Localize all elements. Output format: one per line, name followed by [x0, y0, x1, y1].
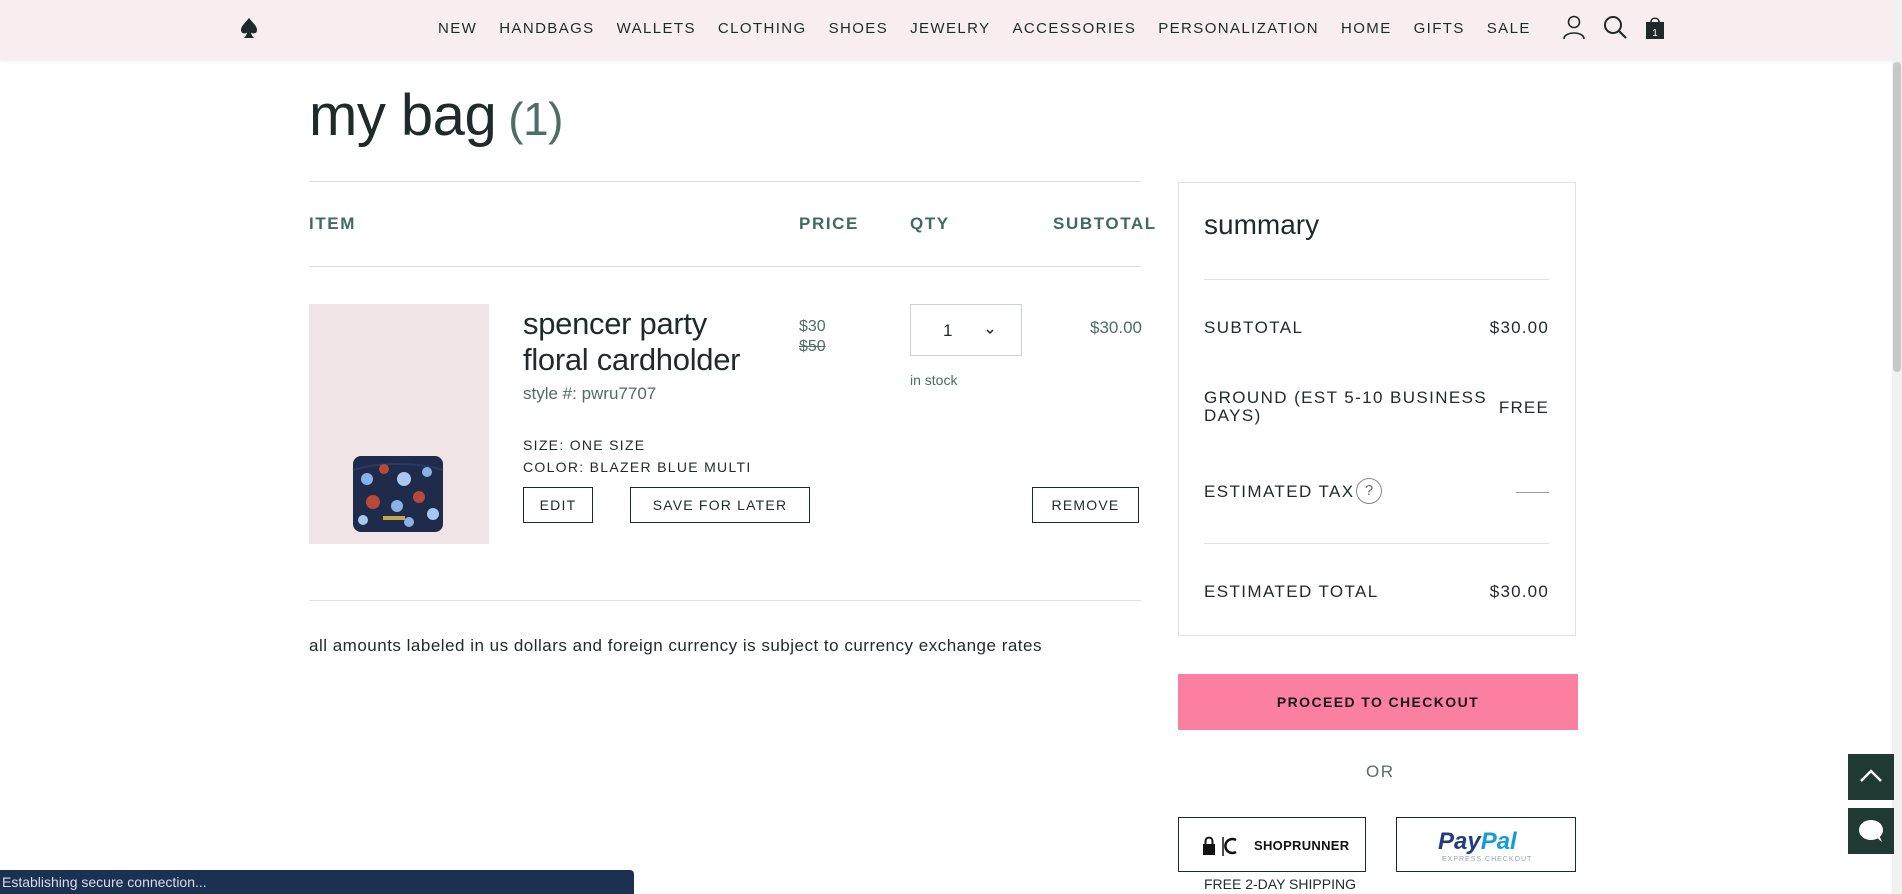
- stock-status: in stock: [910, 372, 958, 388]
- spade-logo-icon[interactable]: [240, 17, 258, 39]
- page-title: my bag (1): [309, 82, 563, 149]
- free-shipping-note: FREE 2-DAY SHIPPING: [1204, 876, 1356, 892]
- nav-item-clothing[interactable]: CLOTHING: [718, 20, 807, 37]
- browser-status-bar: Establishing secure connection...: [0, 870, 634, 894]
- divider: [309, 266, 1141, 267]
- remove-button[interactable]: REMOVE: [1032, 487, 1139, 523]
- currency-disclaimer: all amounts labeled in us dollars and fo…: [309, 636, 1042, 655]
- line-subtotal: $30.00: [1090, 318, 1142, 337]
- nav-item-shoes[interactable]: SHOES: [829, 20, 889, 37]
- nav-item-accessories[interactable]: ACCESSORIES: [1012, 20, 1136, 37]
- column-header-item: ITEM: [309, 214, 357, 233]
- summary-subtotal-value: $30.00: [1489, 318, 1549, 337]
- nav-item-jewelry[interactable]: JEWELRY: [910, 20, 990, 37]
- product-image[interactable]: [309, 304, 489, 544]
- lock-icon: [1203, 836, 1237, 856]
- product-style-number: style #: pwru7707: [523, 384, 657, 403]
- bag-count-badge: 1: [1652, 28, 1658, 39]
- shipping-value: FREE: [1498, 398, 1549, 417]
- estimated-total-value: $30.00: [1489, 582, 1549, 601]
- search-icon[interactable]: [1602, 14, 1628, 40]
- column-header-qty: QTY: [910, 214, 950, 233]
- nav-item-new[interactable]: NEW: [438, 20, 477, 37]
- estimated-tax-label: ESTIMATED TAX: [1204, 482, 1355, 501]
- paypal-logo: PayPal: [1438, 828, 1517, 856]
- quantity-select[interactable]: 1: [910, 304, 1022, 356]
- quantity-value: 1: [943, 321, 953, 340]
- page-title-text: my bag: [309, 83, 497, 148]
- nav-item-gifts[interactable]: GIFTS: [1414, 20, 1465, 37]
- shipping-label-line-2: DAYS): [1204, 406, 1262, 425]
- scroll-thumb[interactable]: [1893, 62, 1901, 372]
- chevron-down-icon: [986, 329, 994, 335]
- nav-item-sale[interactable]: SALE: [1487, 20, 1531, 37]
- estimated-tax-value: [1516, 492, 1549, 493]
- paypal-express-label: EXPRESS CHECKOUT: [1442, 856, 1533, 863]
- summary-subtotal-label: SUBTOTAL: [1204, 318, 1304, 337]
- product-name[interactable]: spencer party floral cardholder: [523, 306, 773, 378]
- proceed-to-checkout-button[interactable]: PROCEED TO CHECKOUT: [1178, 674, 1578, 730]
- chat-icon: [1859, 820, 1883, 842]
- shipping-label-line-1: GROUND (EST 5-10 BUSINESS: [1204, 388, 1488, 407]
- divider: [309, 600, 1141, 601]
- chevron-up-icon: [1860, 769, 1882, 782]
- or-separator: OR: [1366, 762, 1395, 781]
- shoprunner-label: SHOPRUNNER: [1254, 838, 1350, 853]
- estimated-total-label: ESTIMATED TOTAL: [1204, 582, 1379, 601]
- back-to-top-button[interactable]: [1848, 754, 1894, 800]
- main-menu: NEW HANDBAGS WALLETS CLOTHING SHOES JEWE…: [438, 0, 1553, 56]
- account-icon[interactable]: [1561, 14, 1587, 40]
- sale-price: $30: [799, 318, 826, 335]
- summary-title: summary: [1204, 209, 1320, 240]
- divider: [309, 181, 1141, 182]
- chat-button[interactable]: [1848, 808, 1894, 854]
- product-size: SIZE: ONE SIZE: [523, 437, 646, 453]
- divider: [1204, 543, 1549, 544]
- bag-item-count: (1): [508, 93, 563, 145]
- nav-item-personalization[interactable]: PERSONALIZATION: [1158, 20, 1319, 37]
- original-price: $50: [799, 338, 826, 355]
- nav-item-wallets[interactable]: WALLETS: [617, 20, 696, 37]
- paypal-pal-text: Pal: [1480, 828, 1517, 855]
- floral-cardholder-image: [352, 456, 444, 532]
- nav-item-home[interactable]: HOME: [1341, 20, 1392, 37]
- column-header-subtotal: SUBTOTAL: [1053, 214, 1157, 233]
- column-header-price: PRICE: [799, 214, 859, 233]
- shipping-method-label: GROUND (EST 5-10 BUSINESS DAYS): [1204, 389, 1487, 425]
- product-color: COLOR: BLAZER BLUE MULTI: [523, 459, 752, 475]
- nav-item-handbags[interactable]: HANDBAGS: [499, 20, 594, 37]
- tax-help-icon[interactable]: ?: [1356, 478, 1382, 504]
- top-navigation: NEW HANDBAGS WALLETS CLOTHING SHOES JEWE…: [0, 0, 1892, 60]
- paypal-pay-text: Pay: [1438, 828, 1481, 855]
- edit-button[interactable]: EDIT: [523, 487, 593, 523]
- save-for-later-button[interactable]: SAVE FOR LATER: [630, 487, 810, 523]
- divider: [1204, 279, 1549, 280]
